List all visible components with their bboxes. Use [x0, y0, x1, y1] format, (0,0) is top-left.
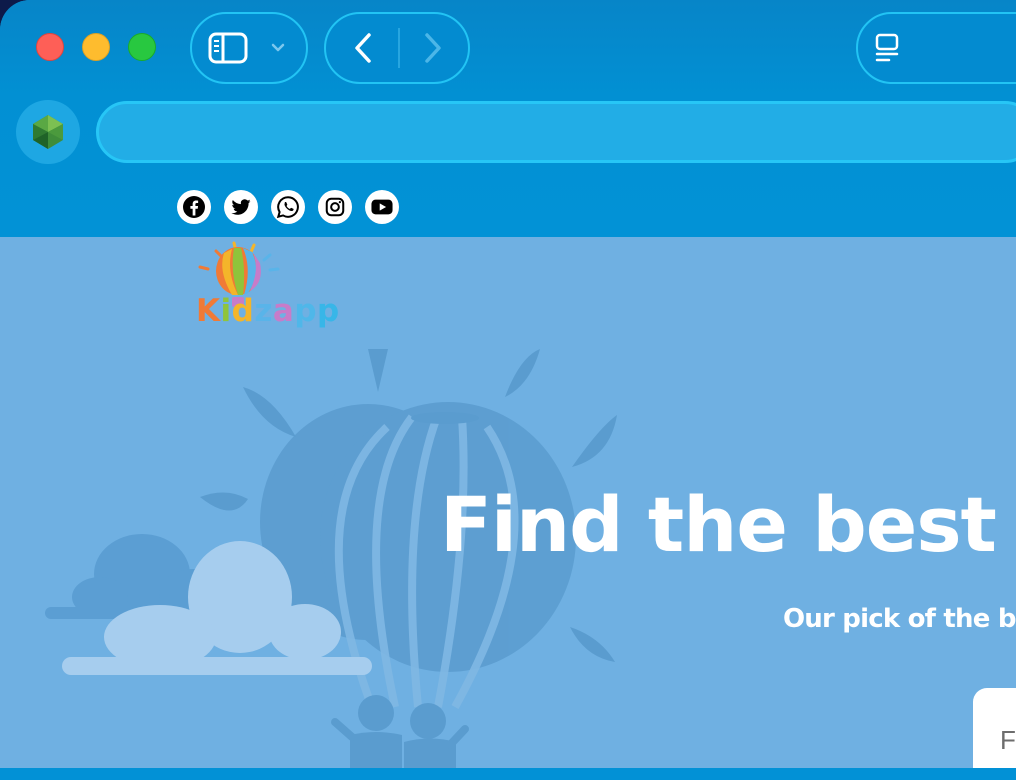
logo-letter: a [272, 293, 295, 329]
browser-chrome [0, 0, 1016, 237]
search-card[interactable]: Fi [973, 688, 1016, 768]
page-content: Kidzapp Find the best p Our pick of the … [0, 237, 1016, 768]
search-card-text: Fi [1000, 725, 1016, 755]
kidzapp-logo[interactable]: Kidzapp [196, 239, 366, 333]
hero-title: Find the best p [440, 480, 1016, 569]
instagram-icon[interactable] [318, 190, 352, 224]
tab-overview-icon[interactable] [874, 32, 902, 64]
logo-wordmark: Kidzapp [196, 293, 340, 329]
youtube-icon[interactable] [365, 190, 399, 224]
minimize-window-button[interactable] [82, 33, 110, 61]
logo-letter: K [196, 293, 221, 329]
zoom-window-button[interactable] [128, 33, 156, 61]
social-links [177, 190, 399, 224]
twitter-icon[interactable] [224, 190, 258, 224]
logo-letter: i [220, 293, 232, 329]
tab-overview-group [856, 12, 1016, 84]
close-window-button[interactable] [36, 33, 64, 61]
browser-window: Kidzapp Find the best p Our pick of the … [0, 0, 1016, 780]
hero-subtitle: Our pick of the be [783, 604, 1016, 634]
chevron-right-icon[interactable] [416, 30, 450, 66]
logo-letter: p [317, 293, 340, 329]
logo-letter: p [294, 293, 318, 329]
sidebar-icon[interactable] [208, 30, 248, 66]
chevron-down-icon[interactable] [268, 40, 288, 56]
logo-letter: d [231, 293, 255, 329]
address-bar[interactable] [96, 101, 1016, 163]
facebook-icon[interactable] [177, 190, 211, 224]
logo-letter: z [254, 293, 273, 329]
nav-divider [398, 28, 400, 68]
shield-icon[interactable] [16, 100, 80, 164]
sidebar-toggle-group [190, 12, 308, 84]
navigation-group [324, 12, 470, 84]
chevron-left-icon[interactable] [346, 30, 380, 66]
whatsapp-icon[interactable] [271, 190, 305, 224]
